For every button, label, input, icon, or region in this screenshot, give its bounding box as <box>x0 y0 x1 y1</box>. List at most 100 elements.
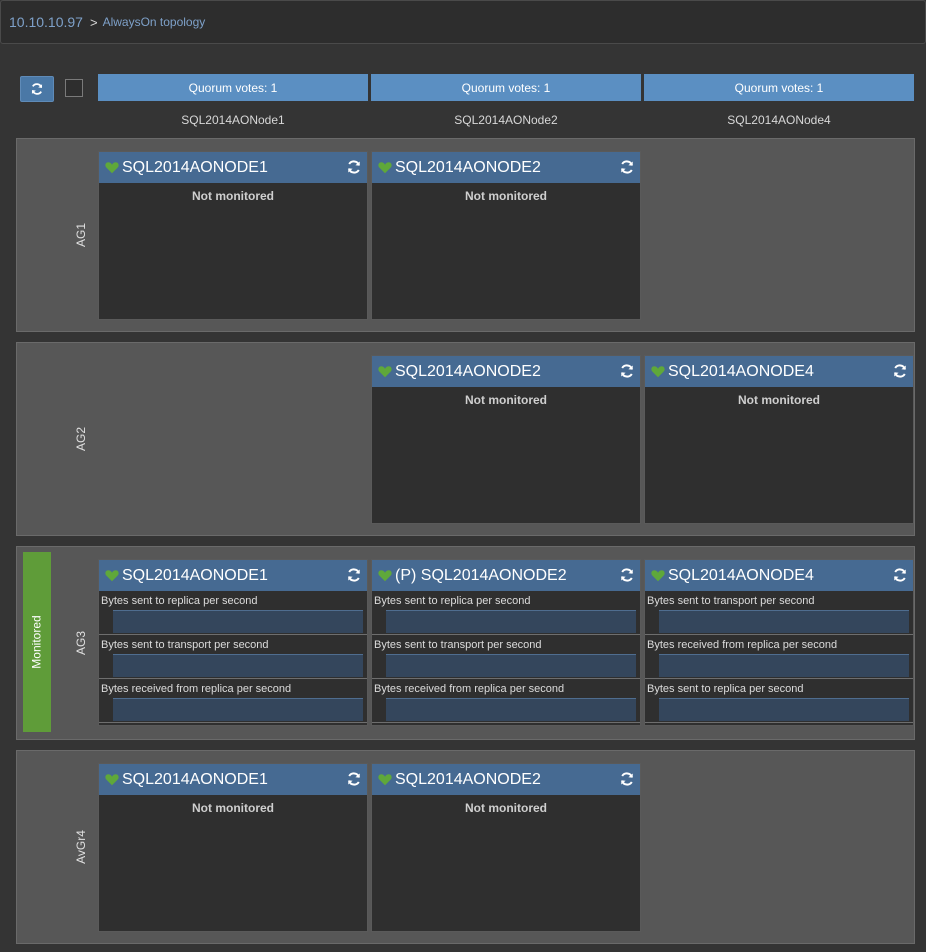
replica-status: Not monitored <box>738 393 820 407</box>
quorum-votes: Quorum votes: 1 <box>644 74 914 101</box>
metric-sparkline <box>113 610 363 633</box>
node-column-1: Quorum votes: 1 SQL2014AONode1 <box>98 74 368 127</box>
replica-header: SQL2014AONODE2 <box>372 764 640 795</box>
refresh-icon[interactable] <box>619 771 635 787</box>
node-name: SQL2014AONode2 <box>454 113 558 127</box>
replica-header: SQL2014AONODE1 <box>99 764 367 795</box>
replica-title: SQL2014AONODE4 <box>668 566 814 584</box>
heart-icon <box>105 162 119 174</box>
replica-title: SQL2014AONODE1 <box>122 770 268 788</box>
metric-label: Bytes sent to transport per second <box>101 639 269 651</box>
breadcrumb: 10.10.10.97 > AlwaysOn topology <box>0 0 926 44</box>
metric-row[interactable]: Bytes received from replica per second <box>372 679 640 723</box>
metric-label: Bytes received from replica per second <box>101 683 292 695</box>
divider <box>372 722 640 723</box>
replica-title: SQL2014AONODE1 <box>122 566 268 584</box>
ag-label: AG2 <box>74 426 89 452</box>
replica-header: SQL2014AONODE1 <box>99 560 367 591</box>
node-column-3: Quorum votes: 1 SQL2014AONode4 <box>644 74 914 127</box>
refresh-all-button[interactable] <box>20 76 54 102</box>
replica-title: SQL2014AONODE2 <box>395 362 541 380</box>
replica-header: (P) SQL2014AONODE2 <box>372 560 640 591</box>
replica-header: SQL2014AONODE4 <box>645 356 913 387</box>
replica-card[interactable]: SQL2014AONODE4 Bytes sent to transport p… <box>644 559 914 726</box>
refresh-icon[interactable] <box>346 159 362 175</box>
replica-title: SQL2014AONODE4 <box>668 362 814 380</box>
metric-row[interactable]: Bytes sent to replica per second <box>645 679 913 723</box>
metric-sparkline <box>659 610 909 633</box>
refresh-icon <box>31 83 43 95</box>
heart-icon <box>651 366 665 378</box>
heart-icon <box>378 366 392 378</box>
replica-card[interactable]: SQL2014AONODE1 Not monitored <box>98 151 368 320</box>
refresh-icon[interactable] <box>892 567 908 583</box>
heart-icon <box>378 162 392 174</box>
ag-label: AG3 <box>74 630 89 656</box>
ag-label: AG1 <box>74 222 89 248</box>
replica-card[interactable]: SQL2014AONODE1 Bytes sent to replica per… <box>98 559 368 726</box>
replica-header: SQL2014AONODE4 <box>645 560 913 591</box>
metric-label: Bytes received from replica per second <box>647 639 838 651</box>
metric-row[interactable]: Bytes received from replica per second <box>645 635 913 679</box>
refresh-icon[interactable] <box>619 363 635 379</box>
metric-sparkline <box>659 654 909 677</box>
monitored-badge: Monitored <box>23 552 51 732</box>
metric-row[interactable]: Bytes sent to transport per second <box>645 591 913 635</box>
metric-sparkline <box>659 698 909 721</box>
replica-card[interactable]: SQL2014AONODE2 Not monitored <box>371 763 641 932</box>
replica-card[interactable]: SQL2014AONODE2 Not monitored <box>371 151 641 320</box>
metric-row[interactable]: Bytes sent to replica per second <box>99 591 367 635</box>
replica-status: Not monitored <box>465 189 547 203</box>
divider <box>99 722 367 723</box>
heart-icon <box>651 570 665 582</box>
metric-label: Bytes sent to transport per second <box>374 639 542 651</box>
replica-title: (P) SQL2014AONODE2 <box>395 566 567 584</box>
metric-sparkline <box>386 698 636 721</box>
replica-title: SQL2014AONODE1 <box>122 158 268 176</box>
heart-icon <box>105 774 119 786</box>
metric-label: Bytes sent to replica per second <box>101 595 258 607</box>
metric-label: Bytes sent to transport per second <box>647 595 815 607</box>
replica-card[interactable]: SQL2014AONODE4 Not monitored <box>644 355 914 524</box>
metric-label: Bytes sent to replica per second <box>647 683 804 695</box>
refresh-icon[interactable] <box>892 363 908 379</box>
replica-status: Not monitored <box>192 189 274 203</box>
quorum-votes: Quorum votes: 1 <box>371 74 641 101</box>
node-name: SQL2014AONode4 <box>727 113 831 127</box>
divider <box>645 722 913 723</box>
replica-status: Not monitored <box>465 801 547 815</box>
refresh-icon[interactable] <box>619 159 635 175</box>
breadcrumb-host-link[interactable]: 10.10.10.97 <box>9 14 83 30</box>
metric-sparkline <box>386 610 636 633</box>
metric-sparkline <box>113 698 363 721</box>
node-name: SQL2014AONode1 <box>181 113 285 127</box>
metric-sparkline <box>386 654 636 677</box>
replica-card[interactable]: SQL2014AONODE2 Not monitored <box>371 355 641 524</box>
refresh-icon[interactable] <box>346 567 362 583</box>
chevron-right-icon: > <box>89 14 98 30</box>
refresh-icon[interactable] <box>619 567 635 583</box>
replica-card[interactable]: SQL2014AONODE1 Not monitored <box>98 763 368 932</box>
heart-icon <box>378 774 392 786</box>
replica-card[interactable]: (P) SQL2014AONODE2 Bytes sent to replica… <box>371 559 641 726</box>
metric-label: Bytes received from replica per second <box>374 683 565 695</box>
replica-status: Not monitored <box>192 801 274 815</box>
metric-row[interactable]: Bytes sent to transport per second <box>372 635 640 679</box>
heart-icon <box>378 570 392 582</box>
replica-status: Not monitored <box>465 393 547 407</box>
select-all-checkbox[interactable] <box>65 79 83 97</box>
replica-title: SQL2014AONODE2 <box>395 158 541 176</box>
refresh-icon[interactable] <box>346 771 362 787</box>
metric-row[interactable]: Bytes sent to replica per second <box>372 591 640 635</box>
heart-icon <box>105 570 119 582</box>
replica-header: SQL2014AONODE1 <box>99 152 367 183</box>
replica-title: SQL2014AONODE2 <box>395 770 541 788</box>
metric-sparkline <box>113 654 363 677</box>
breadcrumb-page-link[interactable]: AlwaysOn topology <box>103 15 206 29</box>
ag-label: AvGr4 <box>74 830 89 864</box>
replica-header: SQL2014AONODE2 <box>372 356 640 387</box>
metric-label: Bytes sent to replica per second <box>374 595 531 607</box>
metric-row[interactable]: Bytes sent to transport per second <box>99 635 367 679</box>
metric-row[interactable]: Bytes received from replica per second <box>99 679 367 723</box>
replica-header: SQL2014AONODE2 <box>372 152 640 183</box>
